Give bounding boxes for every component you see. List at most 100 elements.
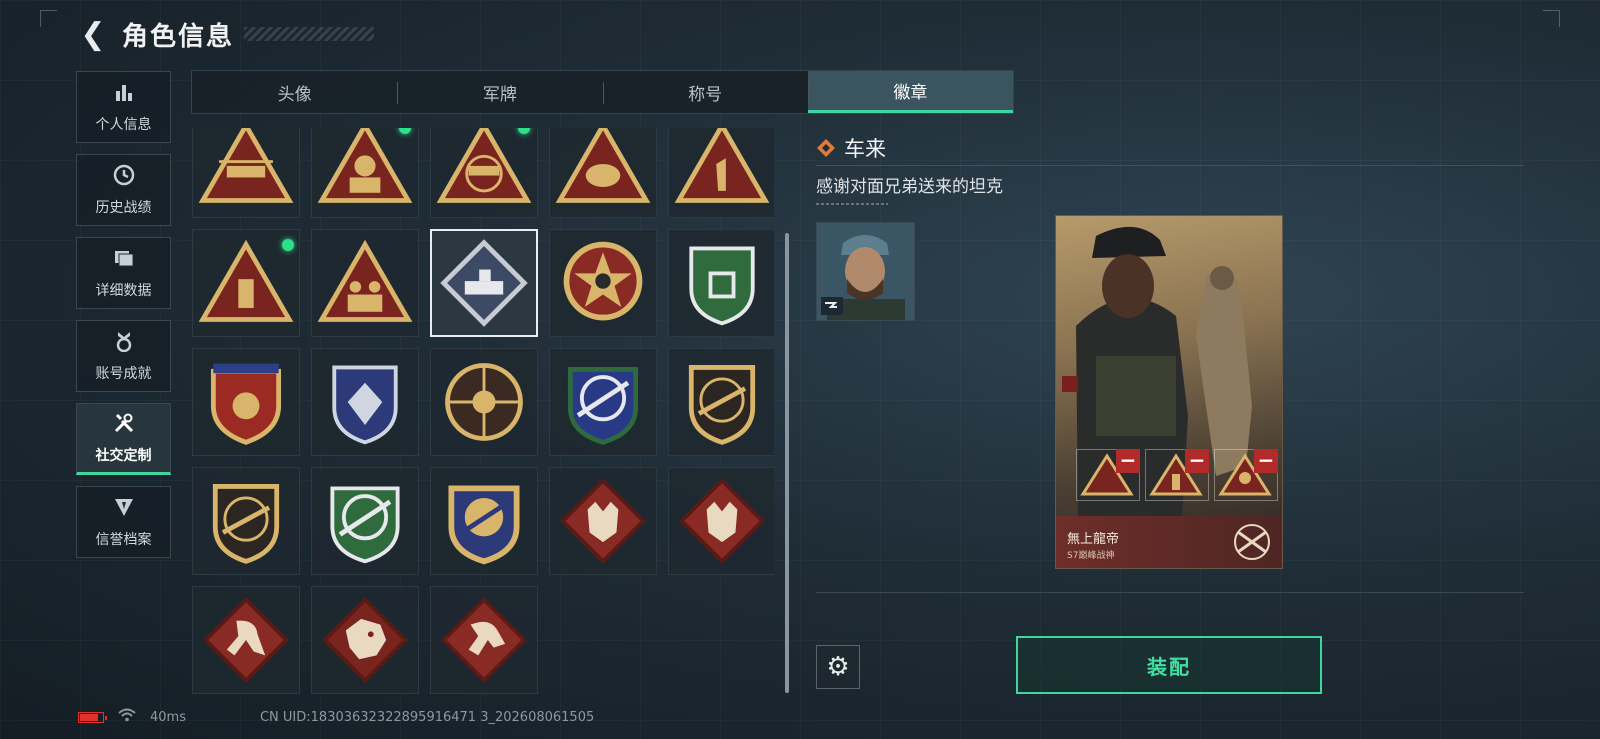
number-one-triangle-badge — [674, 128, 770, 203]
tank-diamond-badge — [440, 239, 528, 327]
detail-divider — [816, 592, 1524, 593]
badge-cell[interactable] — [549, 467, 657, 575]
sidebar: 个人信息 历史战绩 详细数据 账号成就 社交定制 信誉档案 — [76, 71, 171, 569]
badge-cell[interactable] — [549, 229, 657, 337]
soldier-triangle-badge — [317, 128, 413, 203]
equip-button[interactable]: 装配 — [1016, 636, 1322, 694]
red-shield-stars-badge — [210, 363, 282, 445]
equipped-badge-slot-3[interactable]: − — [1214, 449, 1278, 501]
clock-icon — [113, 164, 135, 191]
badge-cell[interactable] — [549, 348, 657, 456]
new-indicator-dot — [282, 239, 294, 251]
corner-mark — [40, 10, 57, 27]
sidebar-item-reputation[interactable]: 信誉档案 — [76, 486, 171, 558]
tools-icon — [113, 412, 135, 439]
tab-avatar[interactable]: 头像 — [192, 71, 397, 113]
medal-icon — [113, 330, 135, 357]
sidebar-item-social-custom[interactable]: 社交定制 — [76, 403, 171, 475]
fighter-diamond-badge — [440, 596, 528, 684]
badge-grid-scrollbar[interactable] — [785, 233, 789, 693]
description-underline — [816, 203, 888, 205]
sidebar-item-achievements[interactable]: 账号成就 — [76, 320, 171, 392]
player-title: S7巅峰战神 — [1067, 551, 1115, 561]
dark-rifle-shield-badge — [688, 365, 756, 445]
badge-cell[interactable] — [430, 128, 538, 218]
badge-cell[interactable] — [549, 128, 657, 218]
blue-diamond-shield-badge — [332, 365, 398, 445]
wifi-icon — [118, 708, 136, 726]
badge-cell[interactable] — [192, 128, 300, 218]
corner-mark — [1543, 10, 1560, 27]
crossed-rifles-emblem — [1234, 524, 1270, 560]
page-header: ❮ 角色信息 — [78, 16, 375, 52]
tab-badge[interactable]: 徽章 — [807, 71, 1013, 113]
remove-badge-button[interactable]: − — [1116, 449, 1140, 473]
helicopter-triangle-badge — [198, 128, 294, 203]
sidebar-item-label: 个人信息 — [95, 116, 152, 133]
remove-badge-button[interactable]: − — [1185, 449, 1209, 473]
blue-rifle-scope-badge — [567, 366, 639, 445]
badge-cell[interactable] — [668, 229, 774, 337]
rank-diamond-icon — [817, 139, 835, 157]
tab-dog-tag[interactable]: 军牌 — [397, 71, 602, 113]
troops-triangle-badge — [317, 239, 413, 322]
usb-triangle-badge — [198, 239, 294, 322]
sidebar-item-label: 信誉档案 — [95, 531, 152, 548]
badge-name: 车来 — [844, 137, 886, 161]
gold-rifle-shield-badge — [212, 484, 280, 564]
shell-triangle-badge — [555, 128, 651, 203]
title-decoration — [244, 27, 375, 41]
wolf-diamond-badge — [559, 477, 647, 565]
gear-icon: ⚙ — [826, 652, 850, 682]
badge-cell[interactable] — [668, 128, 774, 218]
runner-diamond-badge — [202, 596, 290, 684]
badge-cell[interactable] — [430, 586, 538, 694]
back-arrow-icon[interactable]: ❮ — [78, 17, 108, 52]
ping-value: 40ms — [150, 709, 186, 725]
badge-cell-selected[interactable] — [430, 229, 538, 337]
sidebar-item-label: 历史战绩 — [95, 199, 152, 216]
sidebar-item-label: 详细数据 — [95, 282, 152, 299]
sidebar-item-personal-info[interactable]: 个人信息 — [76, 71, 171, 143]
sidebar-item-history[interactable]: 历史战绩 — [76, 154, 171, 226]
badge-cell[interactable] — [311, 348, 419, 456]
badge-cell[interactable] — [311, 467, 419, 575]
tab-title[interactable]: 称号 — [602, 71, 808, 113]
avatar — [816, 222, 915, 321]
badge-cell[interactable] — [311, 128, 419, 218]
equipped-badge-slot-1[interactable]: − — [1076, 449, 1140, 501]
remove-badge-button[interactable]: − — [1254, 449, 1278, 473]
badge-cell[interactable] — [311, 229, 419, 337]
badge-cell[interactable] — [668, 467, 774, 575]
settings-button[interactable]: ⚙ — [816, 645, 860, 689]
badge-cell[interactable] — [430, 467, 538, 575]
equipped-badge-slot-2[interactable]: − — [1145, 449, 1209, 501]
sidebar-item-label: 社交定制 — [95, 447, 152, 464]
badge-description: 感谢对面兄弟送来的坦克 — [816, 177, 1003, 197]
badge-detail-header: 车来 — [816, 131, 1524, 166]
sidebar-item-label: 账号成就 — [95, 365, 152, 382]
green-shield-badge — [689, 246, 755, 326]
badge-cell[interactable] — [192, 467, 300, 575]
badge-cell[interactable] — [192, 586, 300, 694]
badge-cell[interactable] — [430, 348, 538, 456]
wolf-diamond-badge-2 — [678, 477, 766, 565]
folder-icon — [113, 247, 135, 274]
star-skull-round-badge — [563, 241, 643, 321]
user-uid: CN UID:18303632322895916471 3_2026080615… — [259, 709, 595, 725]
badge-cell[interactable] — [311, 586, 419, 694]
page-title: 角色信息 — [122, 21, 235, 52]
bar-chart-icon — [113, 81, 135, 108]
sidebar-item-detailed-data[interactable]: 详细数据 — [76, 237, 171, 309]
dragon-diamond-badge — [321, 596, 409, 684]
green-rifle-scope-badge — [330, 486, 400, 564]
badge-cell[interactable] — [668, 348, 774, 456]
tab-bar: 头像 军牌 称号 徽章 — [191, 70, 1014, 114]
player-name: 無上龍帝 — [1067, 532, 1120, 547]
eri-globe-triangle-badge — [436, 128, 532, 203]
battery-icon — [78, 711, 107, 723]
status-bar: 40ms CN UID:18303632322895916471 3_20260… — [78, 708, 594, 726]
gold-rifle-crest-badge — [448, 485, 520, 565]
shield-badge-icon — [113, 496, 135, 523]
badge-cell[interactable] — [192, 348, 300, 456]
